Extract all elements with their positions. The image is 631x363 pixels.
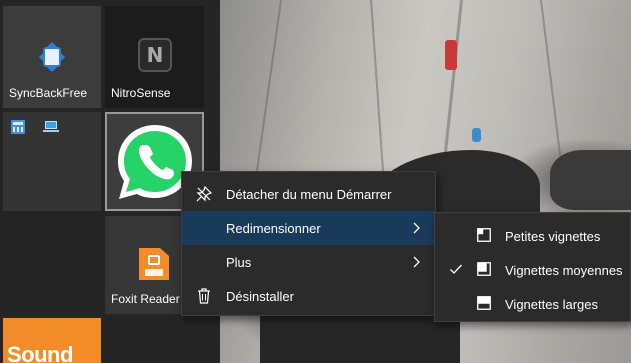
tile-sound[interactable]: Sound — [3, 318, 101, 363]
rock-outcrop — [550, 150, 631, 210]
submenu-item-medium[interactable]: Vignettes moyennes — [435, 252, 630, 286]
submenu-item-wide[interactable]: Vignettes larges — [435, 286, 630, 320]
climber-red — [445, 40, 457, 70]
resize-submenu: Petites vignettes Vignettes moyennes Vig… — [434, 212, 631, 322]
tile-label-sound: Sound — [7, 342, 73, 363]
small-tile-icon — [477, 228, 491, 242]
submenu-item-label: Petites vignettes — [505, 229, 601, 244]
foxit-icon — [139, 248, 169, 280]
menu-item-label: Désinstaller — [226, 289, 294, 304]
unpin-icon — [196, 186, 212, 202]
context-menu: Détacher du menu Démarrer Redimensionner… — [181, 171, 436, 316]
chevron-right-icon — [413, 222, 420, 234]
chevron-right-icon — [413, 256, 420, 268]
trash-icon — [198, 288, 210, 304]
menu-item-more[interactable]: Plus — [182, 245, 435, 279]
menu-item-resize[interactable]: Redimensionner — [182, 211, 435, 245]
menu-item-unpin[interactable]: Détacher du menu Démarrer — [182, 177, 435, 211]
laptop-icon[interactable] — [43, 121, 59, 133]
calculator-icon[interactable] — [11, 120, 25, 134]
tile-label-nitrosense: NitroSense — [111, 86, 171, 100]
menu-item-uninstall[interactable]: Désinstaller — [182, 279, 435, 313]
nitrosense-icon: N — [138, 38, 172, 72]
nitrosense-glyph: N — [146, 43, 164, 67]
checkmark-icon — [450, 264, 462, 274]
wide-tile-icon — [477, 296, 491, 310]
tile-label-foxit-reader: Foxit Reader — [111, 292, 180, 306]
rock-crack — [540, 0, 563, 169]
tile-nitrosense[interactable]: N NitroSense — [105, 6, 204, 108]
tile-syncbackfree[interactable]: SyncBackFree — [3, 6, 101, 108]
menu-item-label: Détacher du menu Démarrer — [226, 187, 392, 202]
tile-label-syncbackfree: SyncBackFree — [9, 86, 88, 100]
syncback-icon — [39, 42, 65, 72]
submenu-item-small[interactable]: Petites vignettes — [435, 218, 630, 252]
medium-tile-icon — [477, 262, 491, 276]
tile-group-small — [3, 112, 101, 211]
submenu-item-label: Vignettes moyennes — [505, 263, 623, 278]
climber-blue — [472, 128, 481, 142]
rock-crack — [370, 0, 386, 200]
submenu-item-label: Vignettes larges — [505, 297, 598, 312]
menu-item-label: Redimensionner — [226, 221, 321, 236]
menu-item-label: Plus — [226, 255, 252, 270]
